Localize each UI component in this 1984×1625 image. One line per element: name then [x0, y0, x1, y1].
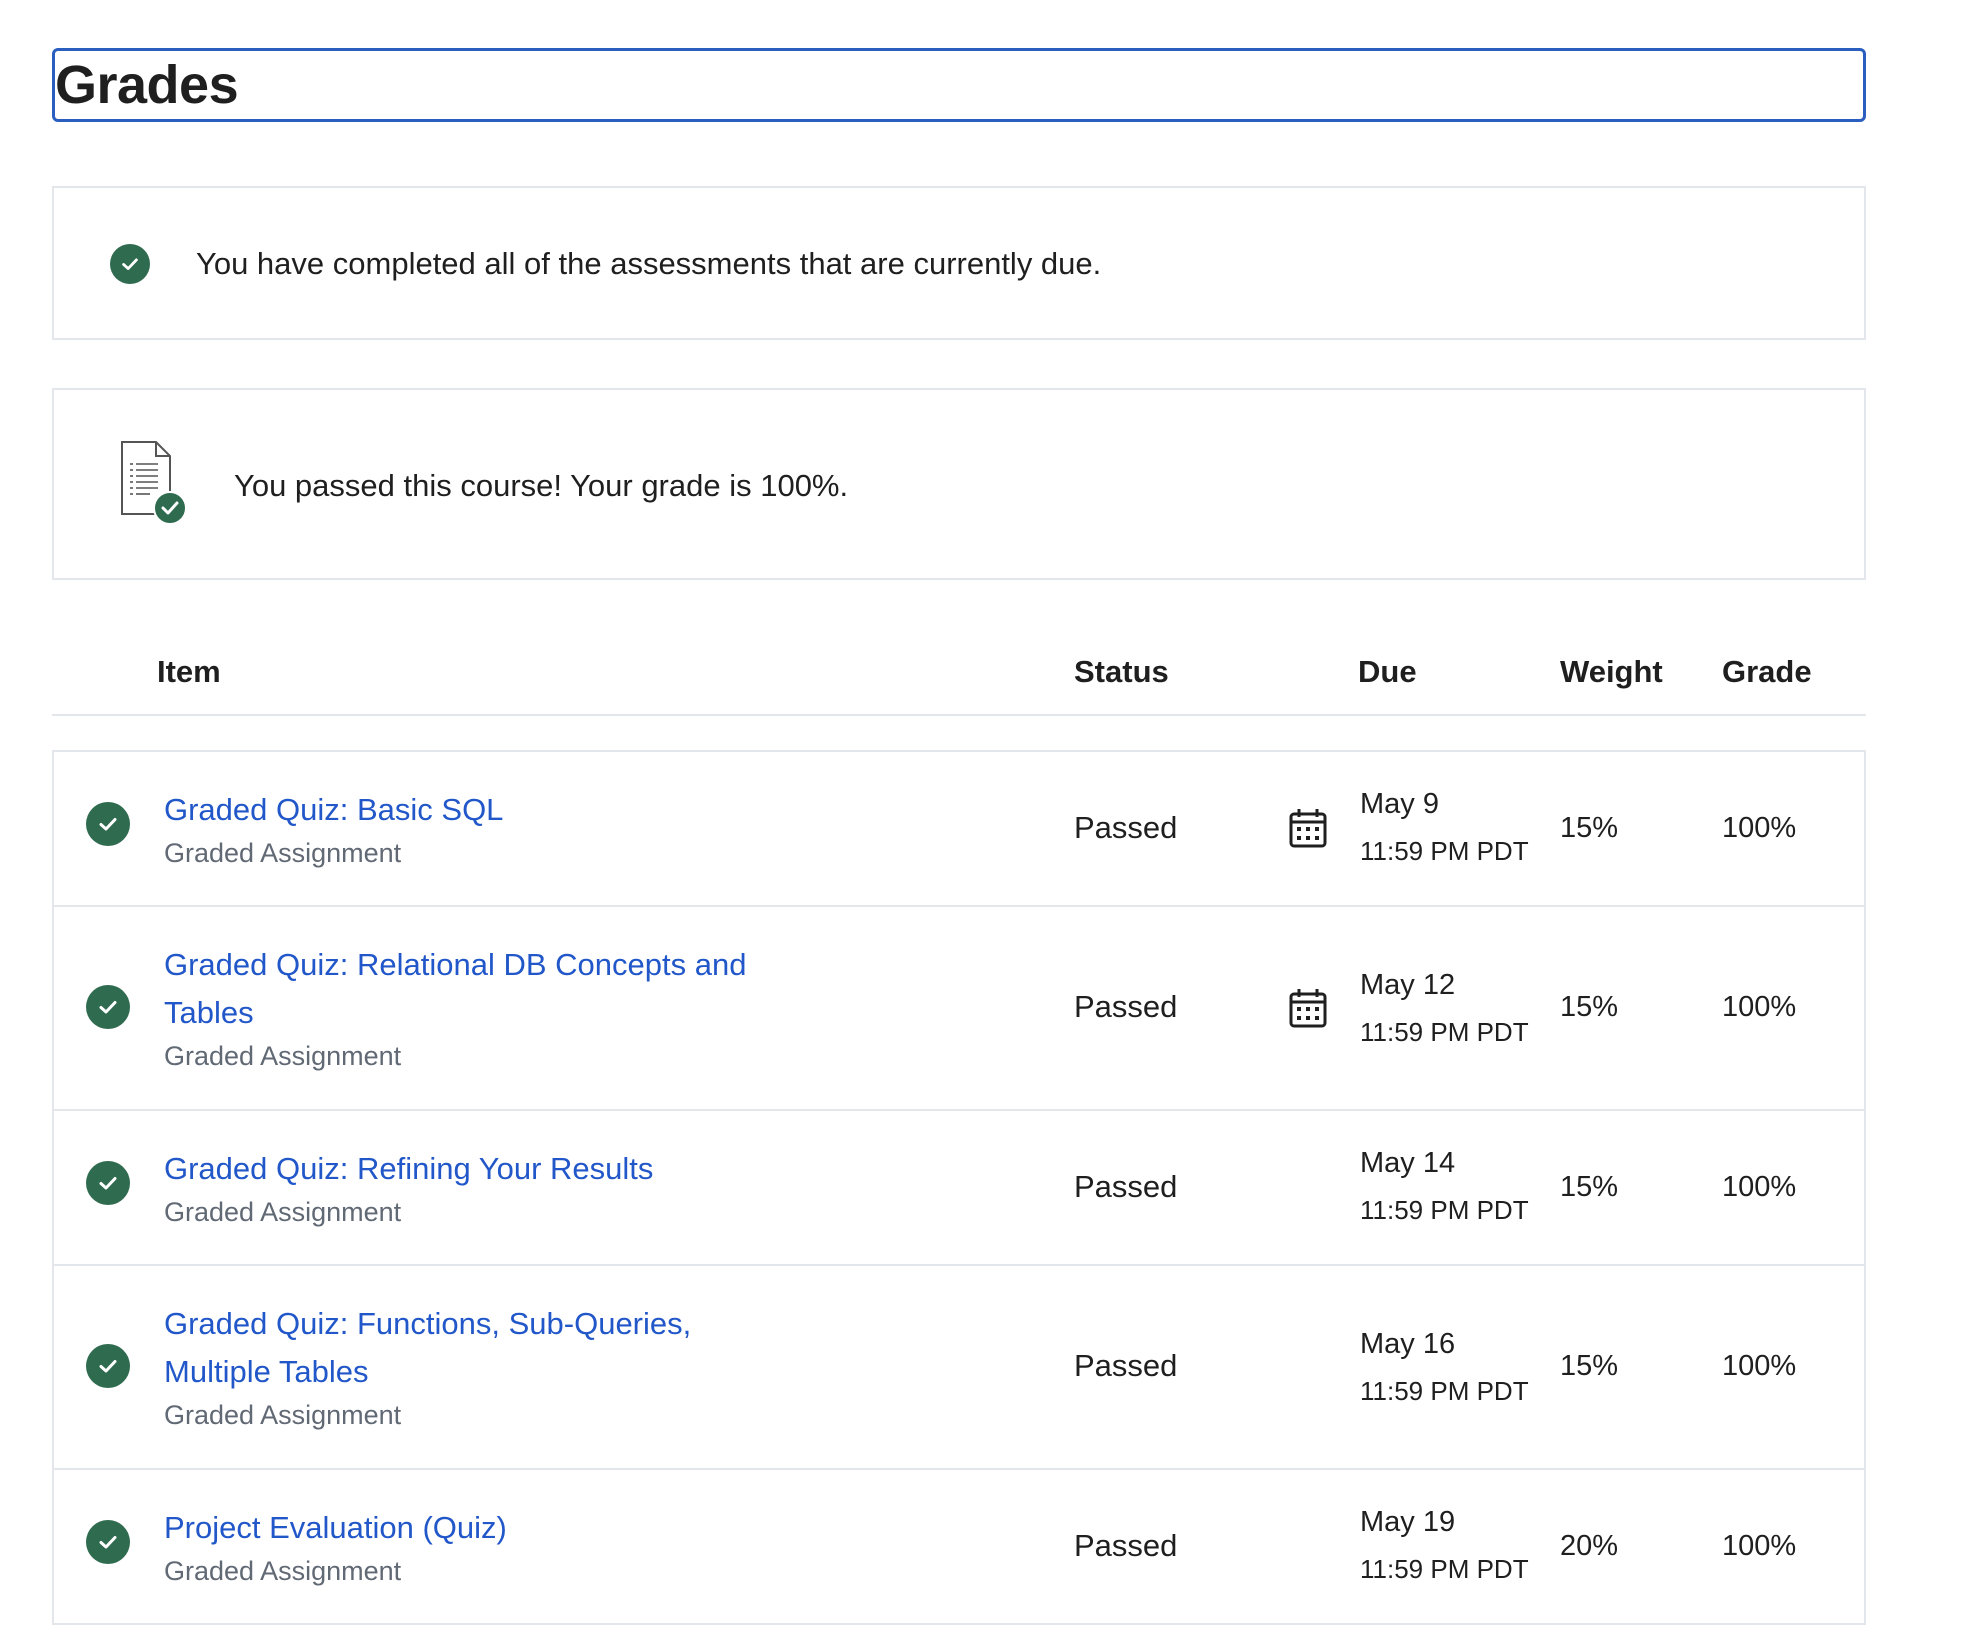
- item-grade: 100%: [1722, 1171, 1797, 1203]
- item-status: Passed: [1074, 1348, 1178, 1383]
- item-grade: 100%: [1722, 991, 1797, 1023]
- item-link[interactable]: Graded Quiz: Relational DB Concepts and …: [164, 941, 804, 1037]
- table-row: Graded Quiz: Relational DB Concepts and …: [54, 907, 1864, 1111]
- item-grade: 100%: [1722, 1530, 1797, 1562]
- item-weight: 20%: [1560, 1530, 1619, 1562]
- item-type: Graded Assignment: [164, 1400, 402, 1430]
- course-passed-message: You passed this course! Your grade is 10…: [234, 468, 849, 503]
- due-time: 11:59 PM PDT: [1360, 1376, 1529, 1406]
- document-check-icon: [121, 441, 187, 525]
- item-weight: 15%: [1560, 991, 1619, 1023]
- item-grade: 100%: [1722, 1350, 1797, 1382]
- due-date: May 9: [1360, 788, 1439, 820]
- calendar-icon: [1289, 989, 1327, 1028]
- item-link[interactable]: Graded Quiz: Functions, Sub-Queries, Mul…: [164, 1300, 804, 1396]
- item-status: Passed: [1074, 1528, 1178, 1563]
- completion-message: You have completed all of the assessment…: [196, 246, 1102, 281]
- due-time: 11:59 PM PDT: [1360, 1195, 1529, 1225]
- header-status: Status: [1074, 654, 1169, 689]
- grades-table-header: Item Status Due Weight Grade: [52, 640, 1866, 716]
- calendar-icon: [1289, 809, 1327, 848]
- grades-table-body: Graded Quiz: Basic SQL Graded Assignment…: [52, 750, 1866, 1625]
- item-link[interactable]: Graded Quiz: Refining Your Results: [164, 1145, 804, 1193]
- completion-notice: You have completed all of the assessment…: [52, 186, 1866, 340]
- item-link[interactable]: Project Evaluation (Quiz): [164, 1504, 804, 1552]
- page-title-container[interactable]: Grades: [52, 48, 1866, 122]
- header-item: Item: [157, 654, 221, 689]
- table-row: Graded Quiz: Functions, Sub-Queries, Mul…: [54, 1266, 1864, 1470]
- due-time: 11:59 PM PDT: [1360, 1017, 1529, 1047]
- item-status: Passed: [1074, 810, 1178, 845]
- check-circle-icon: [86, 1161, 130, 1205]
- item-grade: 100%: [1722, 812, 1797, 844]
- check-circle-icon: [86, 985, 130, 1029]
- table-row: Graded Quiz: Refining Your Results Grade…: [54, 1111, 1864, 1266]
- check-circle-icon: [86, 1520, 130, 1564]
- item-status: Passed: [1074, 989, 1178, 1024]
- due-date: May 14: [1360, 1147, 1456, 1179]
- header-weight: Weight: [1560, 654, 1663, 689]
- item-link[interactable]: Graded Quiz: Basic SQL: [164, 786, 804, 834]
- item-weight: 15%: [1560, 812, 1619, 844]
- due-date: May 16: [1360, 1328, 1456, 1360]
- header-grade: Grade: [1722, 654, 1812, 689]
- course-passed-notice: You passed this course! Your grade is 10…: [52, 388, 1866, 580]
- due-date: May 19: [1360, 1506, 1456, 1538]
- table-row: Graded Quiz: Basic SQL Graded Assignment…: [54, 752, 1864, 907]
- header-due: Due: [1358, 654, 1417, 689]
- due-date: May 12: [1360, 969, 1456, 1001]
- item-type: Graded Assignment: [164, 1556, 402, 1586]
- item-type: Graded Assignment: [164, 838, 402, 868]
- due-time: 11:59 PM PDT: [1360, 836, 1529, 866]
- item-status: Passed: [1074, 1169, 1178, 1204]
- check-circle-icon: [86, 802, 130, 846]
- page-title: Grades: [55, 55, 239, 115]
- due-time: 11:59 PM PDT: [1360, 1554, 1529, 1584]
- check-circle-icon: [86, 1344, 130, 1388]
- item-type: Graded Assignment: [164, 1197, 402, 1227]
- item-weight: 15%: [1560, 1171, 1619, 1203]
- item-weight: 15%: [1560, 1350, 1619, 1382]
- item-type: Graded Assignment: [164, 1041, 402, 1071]
- check-circle-icon: [110, 244, 150, 284]
- table-row: Project Evaluation (Quiz) Graded Assignm…: [54, 1470, 1864, 1625]
